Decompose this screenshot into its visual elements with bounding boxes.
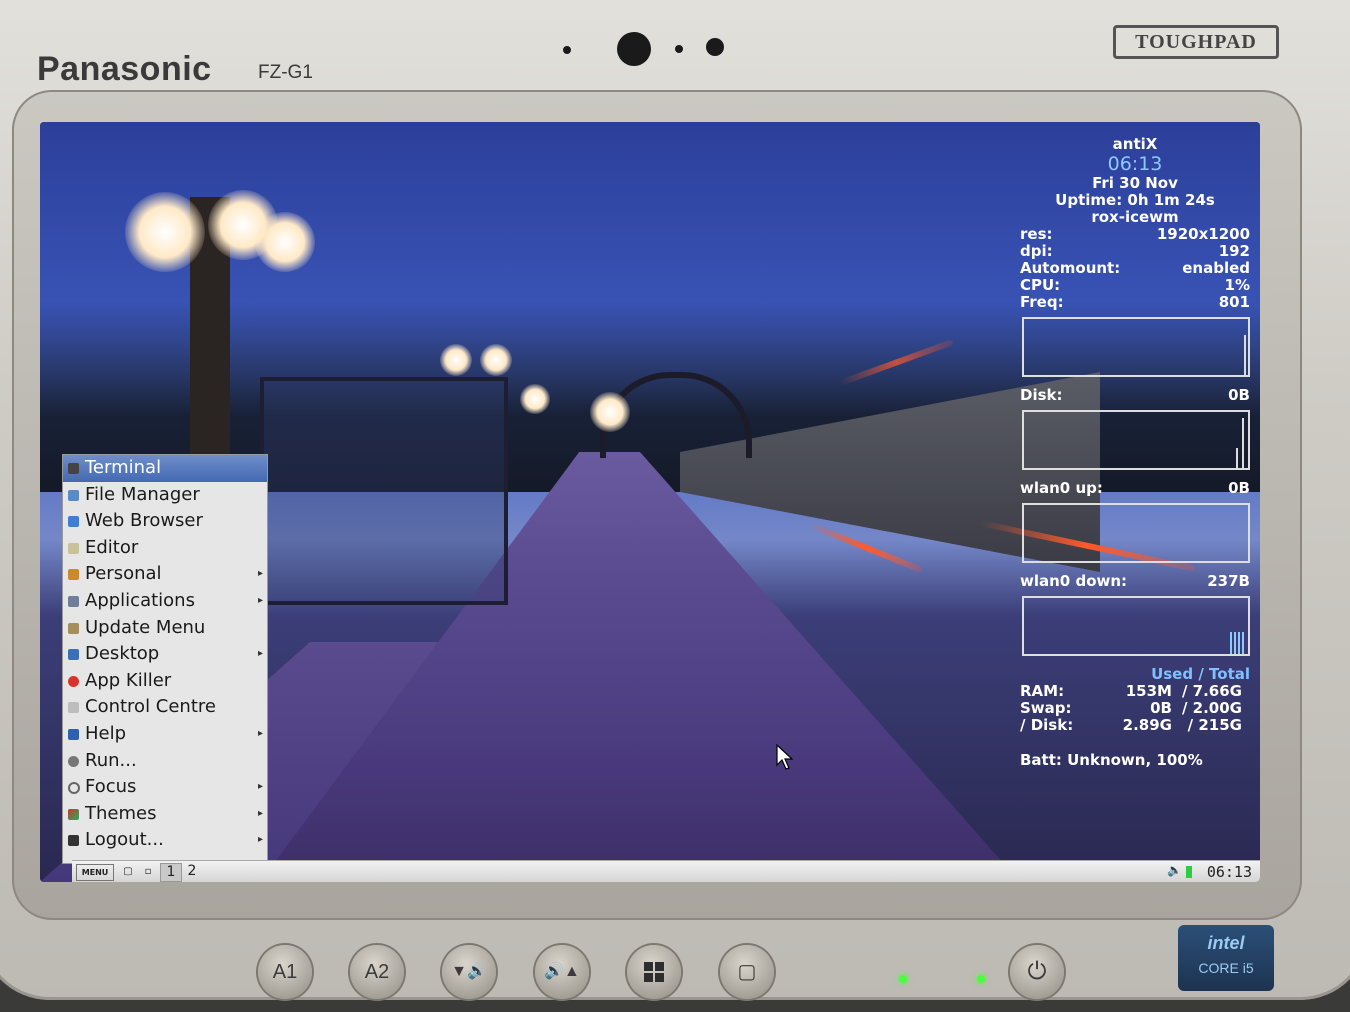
file-manager-icon [68,489,79,501]
lamp-glow [520,384,550,414]
memory-row: RAM: 153M/ 7.66G [1020,682,1242,700]
menu-item-terminal[interactable]: Terminal [63,455,267,482]
memory-row: Swap: 0B/ 2.00G [1020,699,1242,717]
core-i5-label: CORE i5 [1198,960,1254,976]
workspace-1-button[interactable]: 1 [160,863,182,882]
app-killer-icon [68,675,79,687]
windows-button[interactable] [627,945,681,999]
menu-item-help[interactable]: Help ▸ [63,721,267,748]
wallpaper-shelter [260,377,508,605]
taskbar: MENU ▢ ▫ 1 2 🔈 06:13 [72,860,1260,882]
stat-row: Freq: 801 [1020,293,1250,311]
control-centre-icon [68,702,79,714]
menu-item-desktop[interactable]: Desktop ▸ [63,641,267,668]
a2-hardware-button[interactable]: A2 [350,945,404,999]
menu-item-editor[interactable]: Editor [63,535,267,562]
intel-logo: intel [1207,933,1245,953]
submenu-arrow-icon: ▸ [257,807,263,819]
system-monitor: antiX 06:13 Fri 30 Nov Uptime: 0h 1m 24s… [1020,136,1250,769]
sensor-icon [675,45,683,53]
menu-item-app-killer[interactable]: App Killer [63,668,267,695]
series-badge: TOUGHPAD [1113,25,1279,59]
submenu-arrow-icon: ▸ [257,727,263,739]
uptime: Uptime: 0h 1m 24s [1055,191,1215,209]
brand-logo: Panasonic [37,50,212,88]
rotation-lock-button[interactable]: ▢ [720,945,774,999]
wlan-down-graph [1022,596,1250,656]
menu-item-web-browser[interactable]: Web Browser [63,508,267,535]
submenu-arrow-icon: ▸ [257,781,263,793]
model-label: FZ-G1 [258,62,313,83]
disk-graph [1022,410,1250,470]
window-list-button[interactable]: ▫ [138,863,158,880]
storage-led-icon [977,975,985,983]
volume-up-button[interactable]: 🔊▲ [535,945,589,999]
help-icon [68,728,79,740]
taskbar-clock[interactable]: 06:13 [1207,863,1252,881]
update-menu-icon [68,622,79,634]
wlan-up-row: wlan0 up: 0B [1020,479,1250,497]
camera-lens-icon [617,32,651,66]
desktop-screen: antiX 06:13 Fri 30 Nov Uptime: 0h 1m 24s… [40,122,1260,882]
volume-icon[interactable]: 🔈 [1167,863,1182,877]
windows-logo-icon [644,962,664,982]
stat-row: res: 1920x1200 [1020,225,1250,243]
memory-row: / Disk: 2.89G/ 215G [1020,716,1242,734]
intel-badge: intel CORE i5 [1178,925,1274,991]
submenu-arrow-icon: ▸ [257,834,263,846]
wlan-up-graph [1022,503,1250,563]
disk-row: Disk: 0B [1020,386,1250,404]
show-desktop-button[interactable]: ▢ [118,863,138,880]
memory-header: Used / Total [1151,665,1250,683]
volume-down-button[interactable]: ▼🔊 [442,945,496,999]
power-button[interactable]: ⏻ [1010,945,1064,999]
camera-icon [563,46,571,54]
menu-item-themes[interactable]: Themes ▸ [63,801,267,828]
submenu-arrow-icon: ▸ [257,648,263,660]
applications-icon [68,595,79,607]
monitor-date: Fri 30 Nov [1092,174,1178,192]
menu-item-personal[interactable]: Personal ▸ [63,561,267,588]
menu-item-focus[interactable]: Focus ▸ [63,774,267,801]
lamp-glow [590,392,630,432]
stat-row: CPU: 1% [1020,276,1250,294]
os-name: antiX [1112,135,1158,153]
submenu-arrow-icon: ▸ [257,568,263,580]
editor-icon [68,542,79,554]
lamp-glow [480,344,512,376]
lamp-glow [440,344,472,376]
taskbar-menu-button[interactable]: MENU [76,864,114,881]
lamp-glow [125,192,205,272]
session-name: rox-icewm [1091,208,1179,226]
menu-item-applications[interactable]: Applications ▸ [63,588,267,615]
menu-item-file-manager[interactable]: File Manager [63,482,267,509]
lamp-glow [255,212,315,272]
terminal-icon [68,463,79,474]
stat-row: dpi: 192 [1020,242,1250,260]
battery-status: Batt: Unknown, 100% [1020,751,1203,769]
sensor-icon [706,38,724,56]
workspace-2-button[interactable]: 2 [182,863,202,880]
desktop-icon [68,649,79,661]
wlan-down-row: wlan0 down: 237B [1020,572,1250,590]
logout-icon [68,835,79,847]
cpu-graph [1022,317,1250,377]
a1-hardware-button[interactable]: A1 [258,945,312,999]
web-browser-icon [68,516,79,528]
menu-item-update-menu[interactable]: Update Menu [63,615,267,642]
mouse-cursor-icon [776,744,794,770]
menu-item-control-centre[interactable]: Control Centre [63,694,267,721]
menu-item-run[interactable]: Run... [63,748,267,775]
submenu-arrow-icon: ▸ [257,594,263,606]
power-led-icon [899,975,907,983]
start-menu: Terminal File Manager Web Browser Editor… [62,454,268,864]
focus-icon [68,782,80,795]
battery-icon[interactable] [1186,866,1192,878]
menu-item-logout[interactable]: Logout... ▸ [63,827,267,854]
themes-icon [68,808,79,820]
stat-row: Automount: enabled [1020,259,1250,277]
run-icon [68,755,79,767]
personal-icon [68,569,79,581]
monitor-clock: 06:13 [1107,153,1163,175]
